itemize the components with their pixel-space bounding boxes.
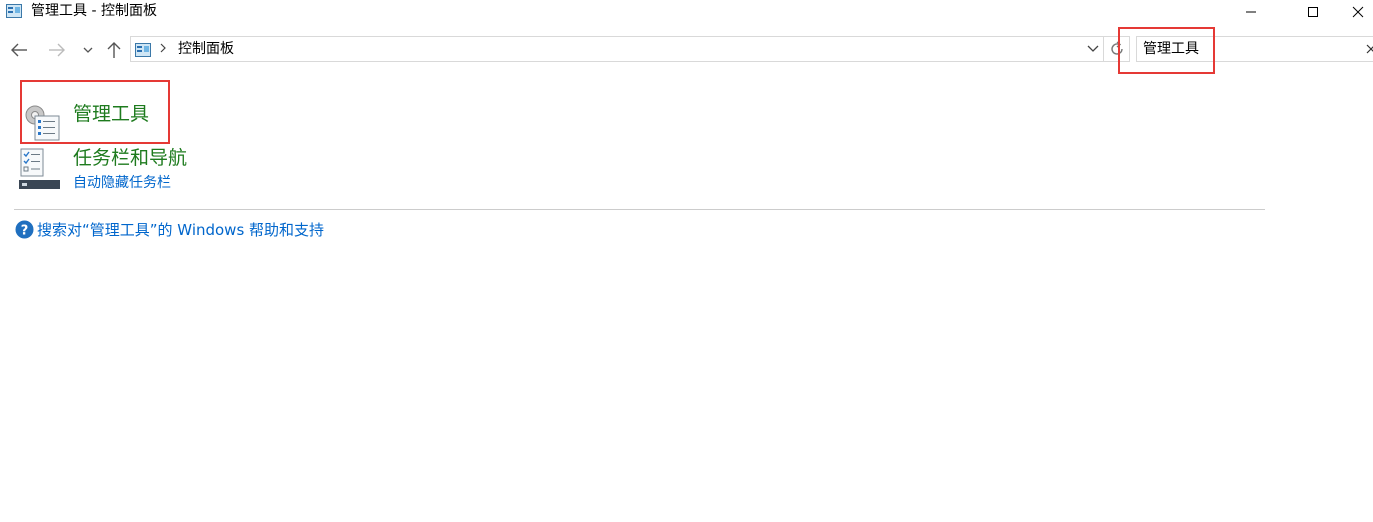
search-annotation-box: [1118, 27, 1215, 74]
result-title-taskbar-navigation[interactable]: 任务栏和导航: [73, 145, 187, 171]
maximize-icon: [1308, 7, 1318, 17]
divider: [14, 209, 1265, 210]
forward-arrow-icon: [49, 43, 65, 57]
result-link-auto-hide-taskbar[interactable]: 自动隐藏任务栏: [73, 174, 171, 192]
chevron-down-icon: [1087, 45, 1099, 52]
up-arrow-icon: [107, 42, 121, 58]
administrative-tools-icon[interactable]: [21, 103, 61, 141]
clear-search-button[interactable]: [1365, 41, 1373, 57]
close-icon: [1366, 44, 1373, 54]
control-panel-icon: [6, 3, 22, 18]
taskbar-navigation-icon[interactable]: [19, 148, 60, 190]
control-panel-icon: [135, 42, 151, 57]
title-bar: 管理工具 - 控制面板: [0, 0, 1373, 24]
back-button[interactable]: [8, 38, 30, 62]
close-icon: [1352, 6, 1363, 18]
result-title-administrative-tools[interactable]: 管理工具: [73, 101, 149, 127]
maximize-button[interactable]: [1290, 0, 1336, 24]
breadcrumb-chevron-icon[interactable]: [159, 41, 167, 58]
address-dropdown-button[interactable]: [1085, 41, 1101, 57]
close-button[interactable]: [1342, 0, 1373, 24]
back-arrow-icon: [11, 43, 27, 57]
up-button[interactable]: [103, 38, 125, 62]
address-bar[interactable]: 控制面板: [130, 36, 1104, 62]
help-support-link[interactable]: 搜索对“管理工具”的 Windows 帮助和支持: [37, 221, 324, 239]
chevron-down-icon: [83, 47, 93, 53]
minimize-button[interactable]: [1228, 0, 1274, 24]
window-title: 管理工具 - 控制面板: [31, 3, 157, 19]
svg-text:?: ?: [21, 224, 29, 239]
breadcrumb-control-panel[interactable]: 控制面板: [178, 40, 234, 58]
forward-button[interactable]: [46, 38, 68, 62]
help-icon[interactable]: ?: [15, 220, 34, 239]
minimize-icon: [1246, 11, 1256, 13]
recent-locations-button[interactable]: [80, 38, 96, 62]
